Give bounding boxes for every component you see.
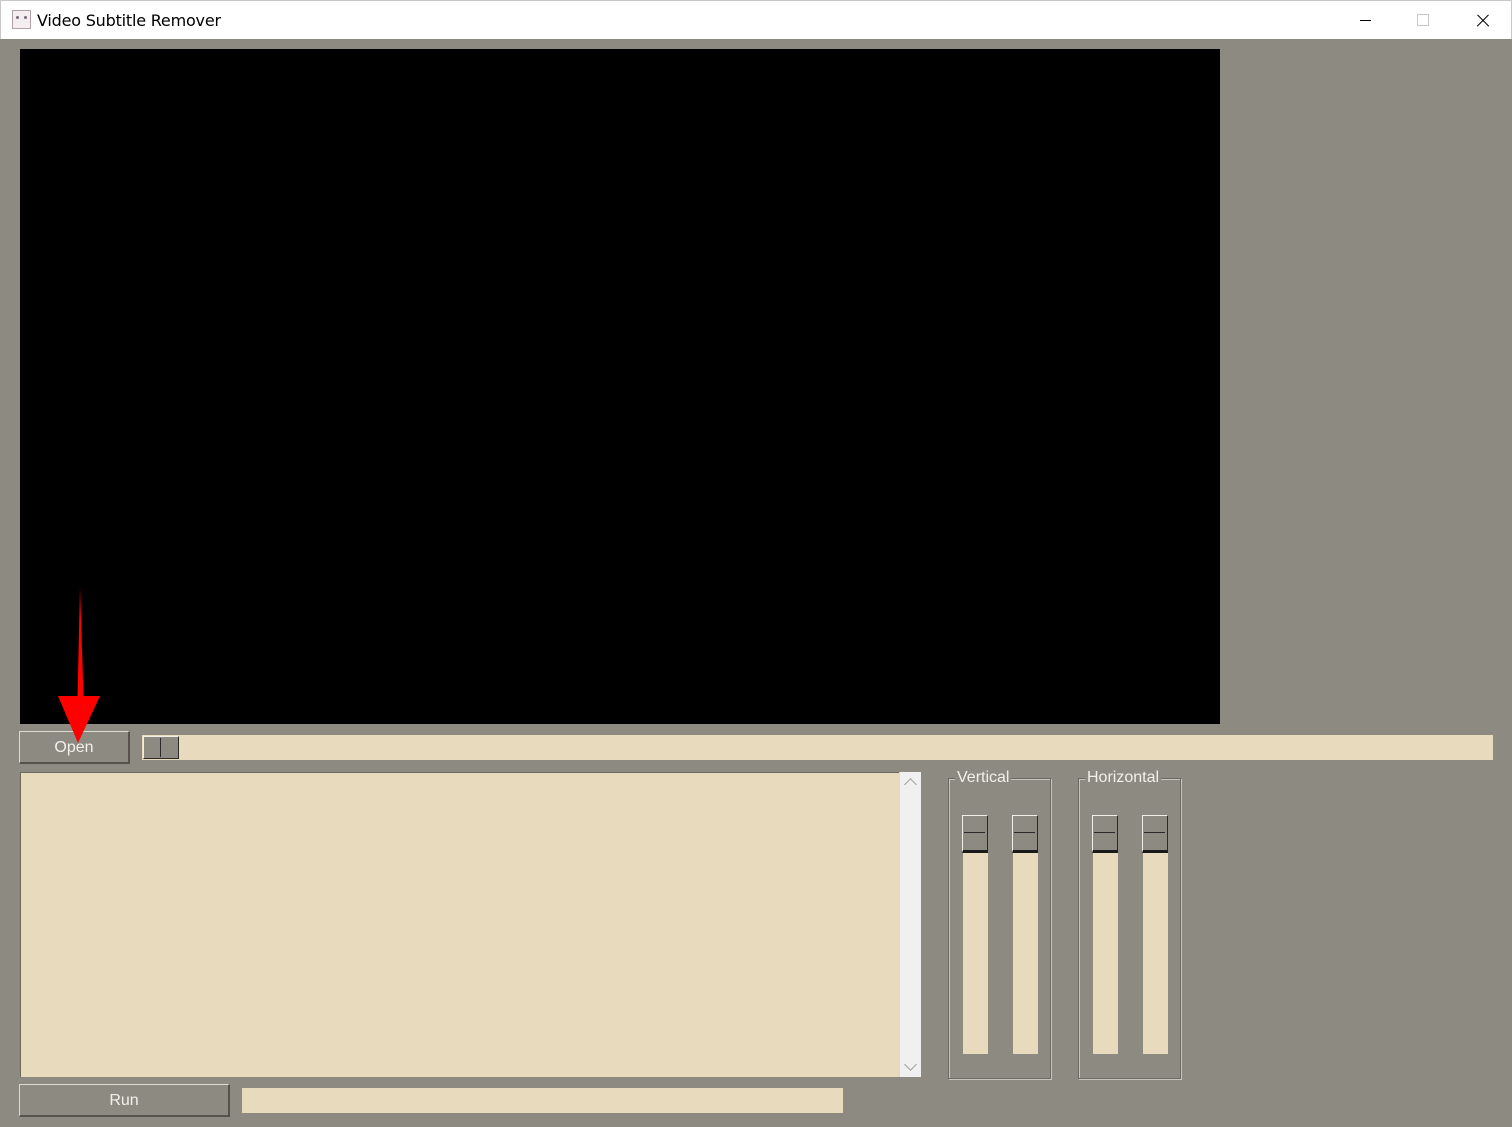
close-icon[interactable] xyxy=(1453,1,1511,39)
window-title: Video Subtitle Remover xyxy=(37,11,221,30)
slider-thumb[interactable] xyxy=(1012,815,1038,853)
horizontal-group-label: Horizontal xyxy=(1085,769,1162,787)
slider-track[interactable] xyxy=(1013,851,1038,1054)
seek-slider-thumb[interactable] xyxy=(143,736,179,759)
app-icon xyxy=(12,10,31,29)
annotation-arrow-icon xyxy=(58,588,100,743)
vertical-group-label: Vertical xyxy=(955,769,1012,787)
horizontal-slider-2[interactable] xyxy=(1142,815,1168,1055)
run-button[interactable]: Run xyxy=(19,1084,230,1117)
slider-thumb[interactable] xyxy=(1142,815,1168,853)
horizontal-group: Horizontal xyxy=(1078,769,1181,1079)
video-preview xyxy=(20,49,1220,724)
seek-slider-track[interactable] xyxy=(142,735,1493,760)
minimize-icon[interactable] xyxy=(1336,1,1394,39)
slider-track[interactable] xyxy=(1093,851,1118,1054)
slider-thumb[interactable] xyxy=(962,815,988,853)
vertical-group: Vertical xyxy=(948,769,1051,1079)
horizontal-slider-1[interactable] xyxy=(1092,815,1118,1055)
progress-bar xyxy=(242,1088,843,1113)
vertical-slider-1[interactable] xyxy=(962,815,988,1055)
scroll-down-icon[interactable] xyxy=(904,1058,917,1071)
maximize-icon[interactable] xyxy=(1394,1,1452,39)
vertical-slider-2[interactable] xyxy=(1012,815,1038,1055)
slider-track[interactable] xyxy=(963,851,988,1054)
title-bar: Video Subtitle Remover xyxy=(0,0,1512,39)
slider-thumb[interactable] xyxy=(1092,815,1118,853)
log-textarea[interactable] xyxy=(20,772,899,1077)
log-scrollbar[interactable] xyxy=(899,772,921,1077)
slider-track[interactable] xyxy=(1143,851,1168,1054)
scroll-up-icon[interactable] xyxy=(904,778,917,791)
